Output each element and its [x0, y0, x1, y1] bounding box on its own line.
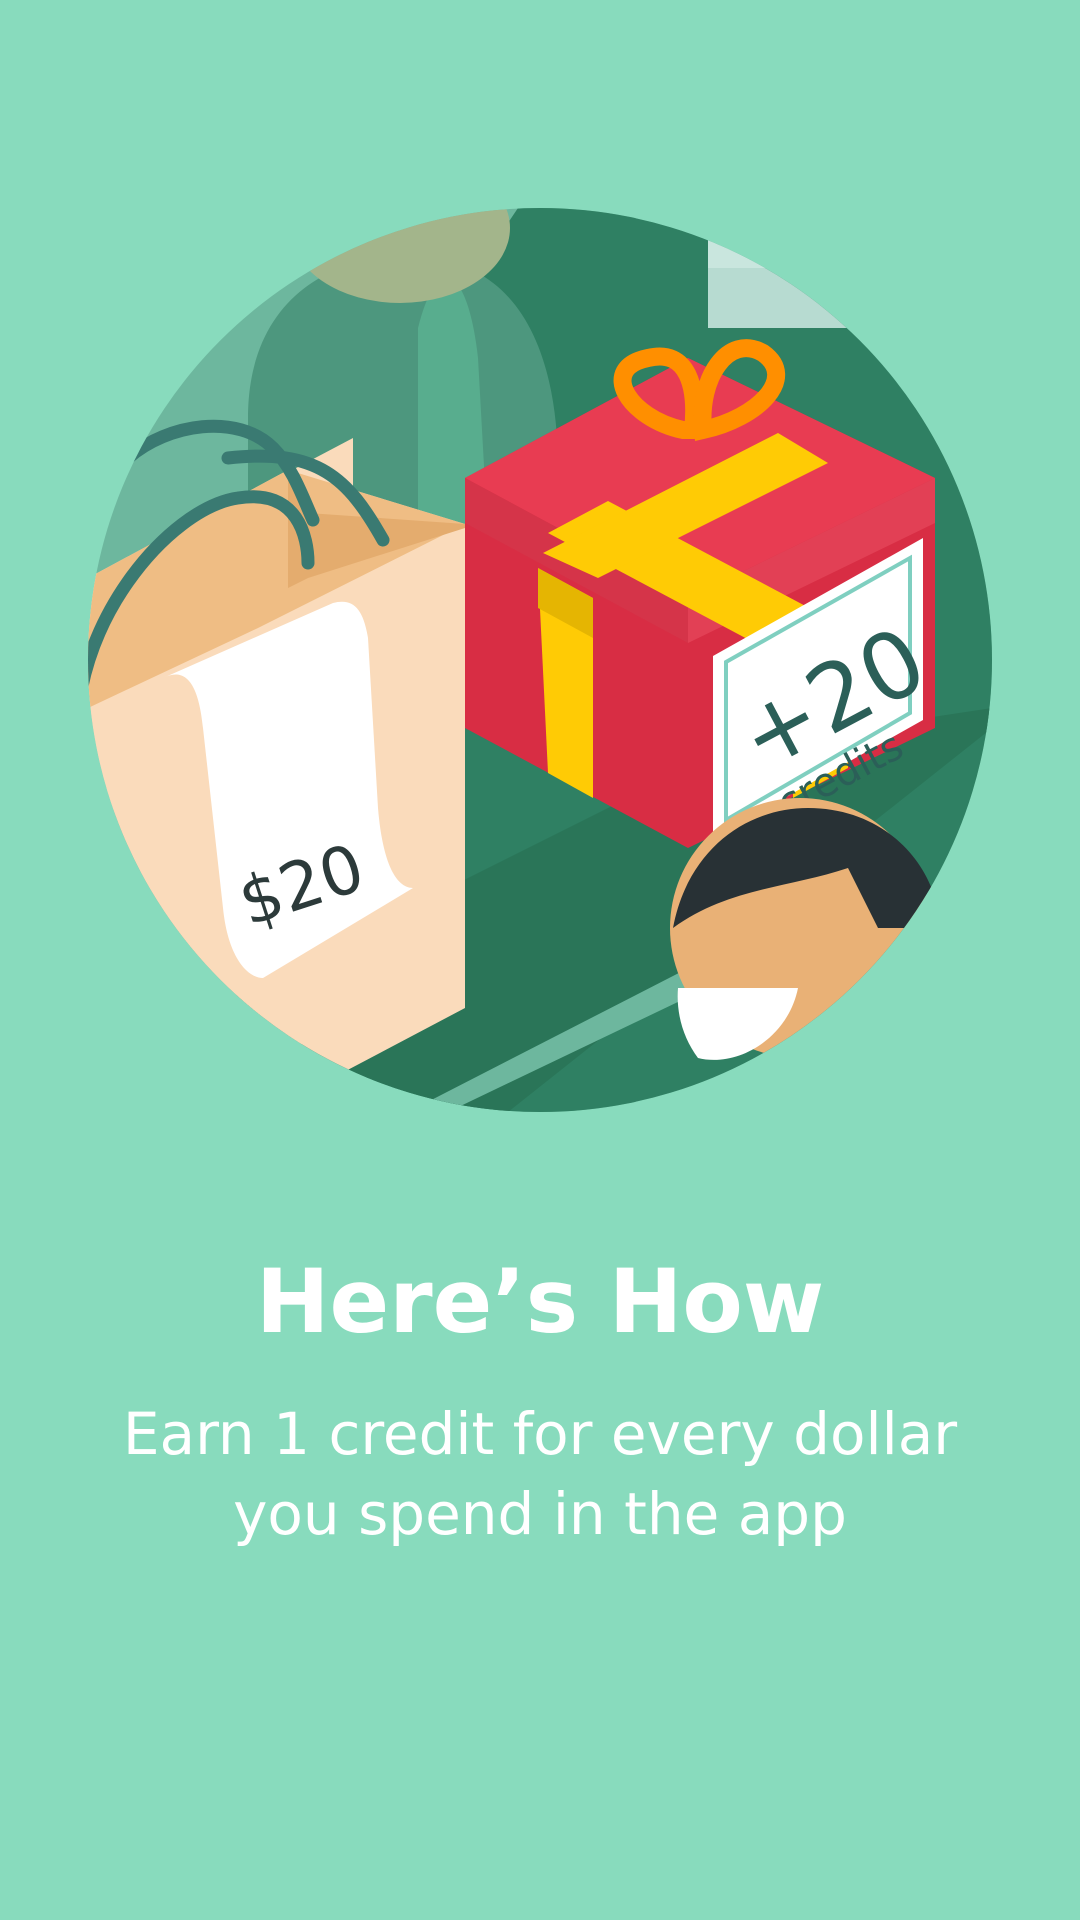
reward-illustration: $20 +20 credits — [88, 208, 992, 1112]
description-line: you spend in the app — [233, 1480, 847, 1548]
description-line: Earn 1 credit for every dollar — [122, 1400, 958, 1468]
page-description: Earn 1 credit for every dollar you spend… — [90, 1394, 990, 1554]
page-title: Here’s How — [255, 1250, 825, 1353]
